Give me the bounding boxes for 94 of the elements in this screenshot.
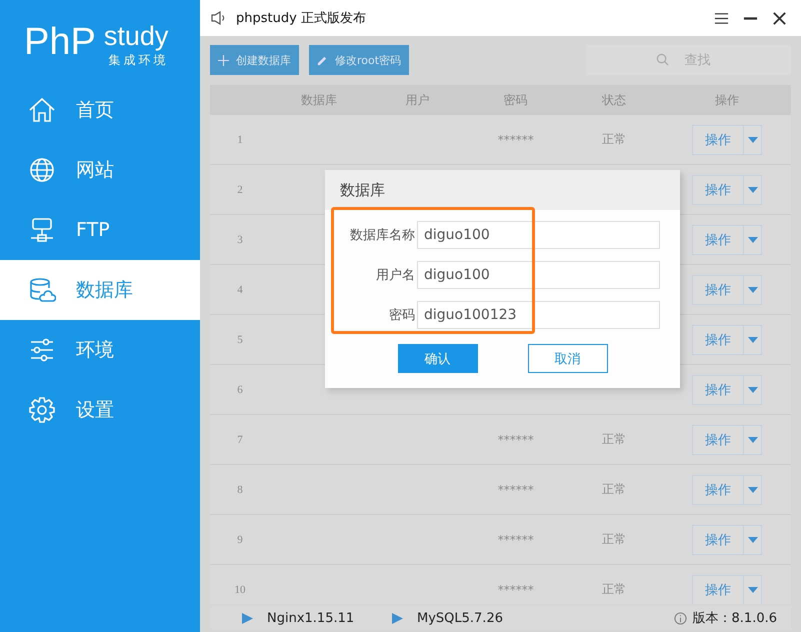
caret-icon	[748, 486, 758, 492]
server-icon	[28, 216, 56, 244]
settings-icon	[28, 396, 56, 424]
home-icon	[28, 96, 56, 124]
input-field[interactable]: diguo100	[417, 221, 660, 249]
field-label: 用户名	[375, 267, 416, 284]
menu-icon[interactable]	[714, 10, 729, 26]
row-number: 3	[236, 234, 244, 246]
play-icon[interactable]	[392, 612, 403, 624]
column-header: 用户	[404, 92, 430, 108]
service-label: MySQL5.7.26	[417, 610, 503, 626]
sidebar-item[interactable]: 首页	[0, 80, 200, 140]
table-cell: 正常	[602, 482, 626, 496]
cancel-button[interactable]: 取消	[528, 344, 608, 373]
caret-icon	[748, 186, 758, 192]
row-number: 9	[236, 534, 244, 546]
action-button[interactable]: 操作	[692, 424, 744, 454]
sidebar-item[interactable]: 设置	[0, 380, 200, 440]
sidebar-item[interactable]: 网站	[0, 140, 200, 200]
table-cell: 正常	[602, 432, 626, 446]
column-header: 操作	[714, 92, 740, 108]
action-button[interactable]: 操作	[692, 174, 744, 204]
caret-icon	[748, 336, 758, 342]
action-button[interactable]: 操作	[692, 124, 744, 154]
search-icon	[656, 53, 669, 66]
dropdown-button[interactable]	[744, 424, 762, 454]
dialog-title: 数据库	[340, 180, 385, 200]
table-cell: 正常	[602, 582, 626, 596]
version-label: 版本：8.1.0.6	[692, 610, 777, 627]
dropdown-button[interactable]	[744, 274, 762, 304]
database-icon	[28, 276, 56, 304]
logo-tagline: 集成环境	[108, 52, 168, 69]
sliders-icon	[28, 336, 56, 364]
caret-icon	[748, 386, 758, 392]
table-cell: ******	[498, 432, 534, 446]
row-number: 5	[236, 334, 244, 346]
table-cell: 正常	[602, 532, 626, 546]
globe-icon	[28, 156, 56, 184]
sidebar-item[interactable]: 数据库	[0, 260, 200, 320]
action-button[interactable]: 操作	[692, 274, 744, 304]
row-number: 2	[236, 184, 244, 196]
window-title: phpstudy 正式版发布	[236, 10, 366, 27]
caret-icon	[748, 536, 758, 542]
input-field[interactable]: diguo100123	[417, 301, 660, 329]
field-label: 密码	[388, 307, 416, 324]
change-root-password-button[interactable]: 修改root密码	[309, 45, 410, 75]
table-cell: ******	[498, 532, 534, 546]
confirm-button[interactable]: 确认	[398, 344, 478, 373]
dropdown-button[interactable]	[744, 524, 762, 554]
dropdown-button[interactable]	[744, 124, 762, 154]
row-number: 6	[236, 384, 244, 396]
play-icon[interactable]	[242, 612, 253, 624]
sidebar-item[interactable]: FTP	[0, 200, 200, 260]
table-cell: 正常	[602, 132, 626, 146]
close-icon[interactable]	[772, 10, 787, 26]
column-header: 数据库	[300, 92, 338, 108]
table-cell: ******	[498, 132, 534, 146]
row-number: 8	[236, 484, 244, 496]
dropdown-button[interactable]	[744, 574, 762, 604]
caret-icon	[748, 136, 758, 142]
row-number: 4	[236, 284, 244, 296]
dropdown-button[interactable]	[744, 224, 762, 254]
caret-icon	[748, 436, 758, 442]
logo-text: PhP	[24, 22, 96, 62]
caret-icon	[748, 286, 758, 292]
input-field[interactable]: diguo100	[417, 261, 660, 289]
caret-icon	[748, 586, 758, 592]
action-button[interactable]: 操作	[692, 574, 744, 604]
action-button[interactable]: 操作	[692, 224, 744, 254]
create-database-button[interactable]: 创建数据库	[210, 45, 299, 75]
service-label: Nginx1.15.11	[267, 610, 354, 626]
row-number: 10	[234, 584, 246, 596]
column-header: 状态	[601, 92, 628, 108]
caret-icon	[748, 236, 758, 242]
table-cell: ******	[498, 482, 534, 496]
dropdown-button[interactable]	[744, 474, 762, 504]
dropdown-button[interactable]	[744, 374, 762, 404]
row-number: 1	[236, 134, 244, 146]
pencil-icon	[317, 54, 328, 66]
logo-word: study	[104, 22, 168, 50]
sidebar-item[interactable]: 环境	[0, 320, 200, 380]
action-button[interactable]: 操作	[692, 374, 744, 404]
column-header: 密码	[502, 92, 529, 108]
dropdown-button[interactable]	[744, 324, 762, 354]
action-button[interactable]: 操作	[692, 324, 744, 354]
plus-icon	[218, 54, 229, 66]
action-button[interactable]: 操作	[692, 474, 744, 504]
field-label: 数据库名称	[349, 227, 416, 244]
action-button[interactable]: 操作	[692, 524, 744, 554]
speaker-icon	[210, 10, 226, 26]
row-number: 7	[236, 434, 244, 446]
dropdown-button[interactable]	[744, 174, 762, 204]
table-cell: ******	[498, 582, 534, 596]
info-icon	[674, 612, 687, 624]
